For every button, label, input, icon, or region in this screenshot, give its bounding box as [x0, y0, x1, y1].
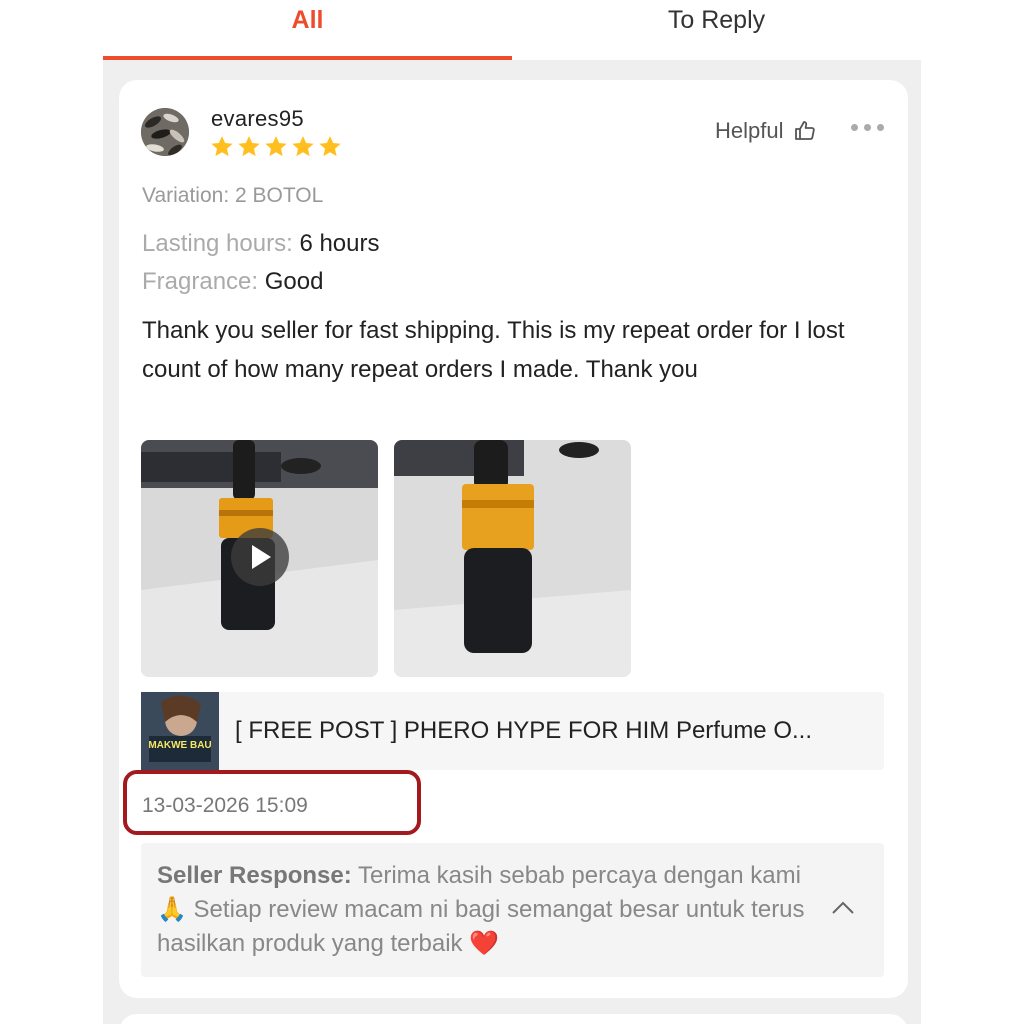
chevron-up-icon [832, 901, 854, 914]
more-dot-icon [851, 124, 858, 131]
attribute-value: 6 hours [299, 230, 380, 257]
product-thumb-text: MAKWE BAU [148, 740, 211, 751]
star-icon [238, 136, 260, 157]
variation-label: Variation: 2 BOTOL [142, 184, 324, 207]
review-video-thumbnail[interactable] [141, 440, 378, 677]
star-icon [319, 136, 341, 157]
helpful-button[interactable]: Helpful [715, 118, 817, 144]
more-dot-icon [864, 124, 871, 131]
more-dot-icon [877, 124, 884, 131]
reviewer-username: evares95 [211, 106, 304, 131]
review-card: evares95 Helpful Variation: 2 BOTOL Last… [119, 80, 908, 998]
next-review-card [119, 1014, 908, 1024]
star-rating [209, 134, 343, 160]
fragrance-attribute: Fragrance: Good [142, 268, 323, 296]
tab-to-reply[interactable]: To Reply [512, 0, 921, 60]
attribute-label: Fragrance: [142, 268, 259, 295]
thumbs-up-icon [795, 121, 816, 140]
reviewed-product-link[interactable]: MAKWE BAU [ FREE POST ] PHERO HYPE FOR H… [141, 692, 884, 770]
seller-response-box: Seller Response: Terima kasih sebab perc… [141, 843, 884, 977]
star-icon [292, 136, 314, 157]
star-icon [211, 136, 233, 157]
review-text: Thank you seller for fast shipping. This… [142, 317, 845, 383]
seller-response-label: Seller Response: [157, 862, 352, 889]
active-tab-indicator [103, 56, 512, 60]
product-name: [ FREE POST ] PHERO HYPE FOR HIM Perfume… [235, 717, 812, 744]
more-options-button[interactable] [851, 124, 884, 131]
attribute-label: Lasting hours: [142, 230, 293, 257]
helpful-label: Helpful [715, 118, 784, 143]
review-timestamp: 13-03-2026 15:09 [142, 794, 308, 817]
play-icon[interactable] [231, 528, 289, 586]
tab-to-reply-label: To Reply [667, 6, 766, 34]
lasting-hours-attribute: Lasting hours: 6 hours [142, 230, 380, 258]
review-photo-thumbnail[interactable] [394, 440, 631, 677]
avatar[interactable] [141, 108, 189, 156]
collapse-button[interactable] [831, 900, 855, 921]
tab-all[interactable]: All [103, 0, 512, 60]
star-icon [265, 136, 287, 157]
tab-all-label: All [291, 6, 324, 34]
product-thumbnail: MAKWE BAU [141, 692, 219, 770]
reviews-screen: All To Reply evares95 Helpful Variation:… [103, 0, 921, 1024]
attribute-value: Good [264, 268, 324, 295]
review-filter-tabs: All To Reply [103, 0, 921, 60]
seller-response-text: Seller Response: Terima kasih sebab perc… [157, 859, 817, 961]
